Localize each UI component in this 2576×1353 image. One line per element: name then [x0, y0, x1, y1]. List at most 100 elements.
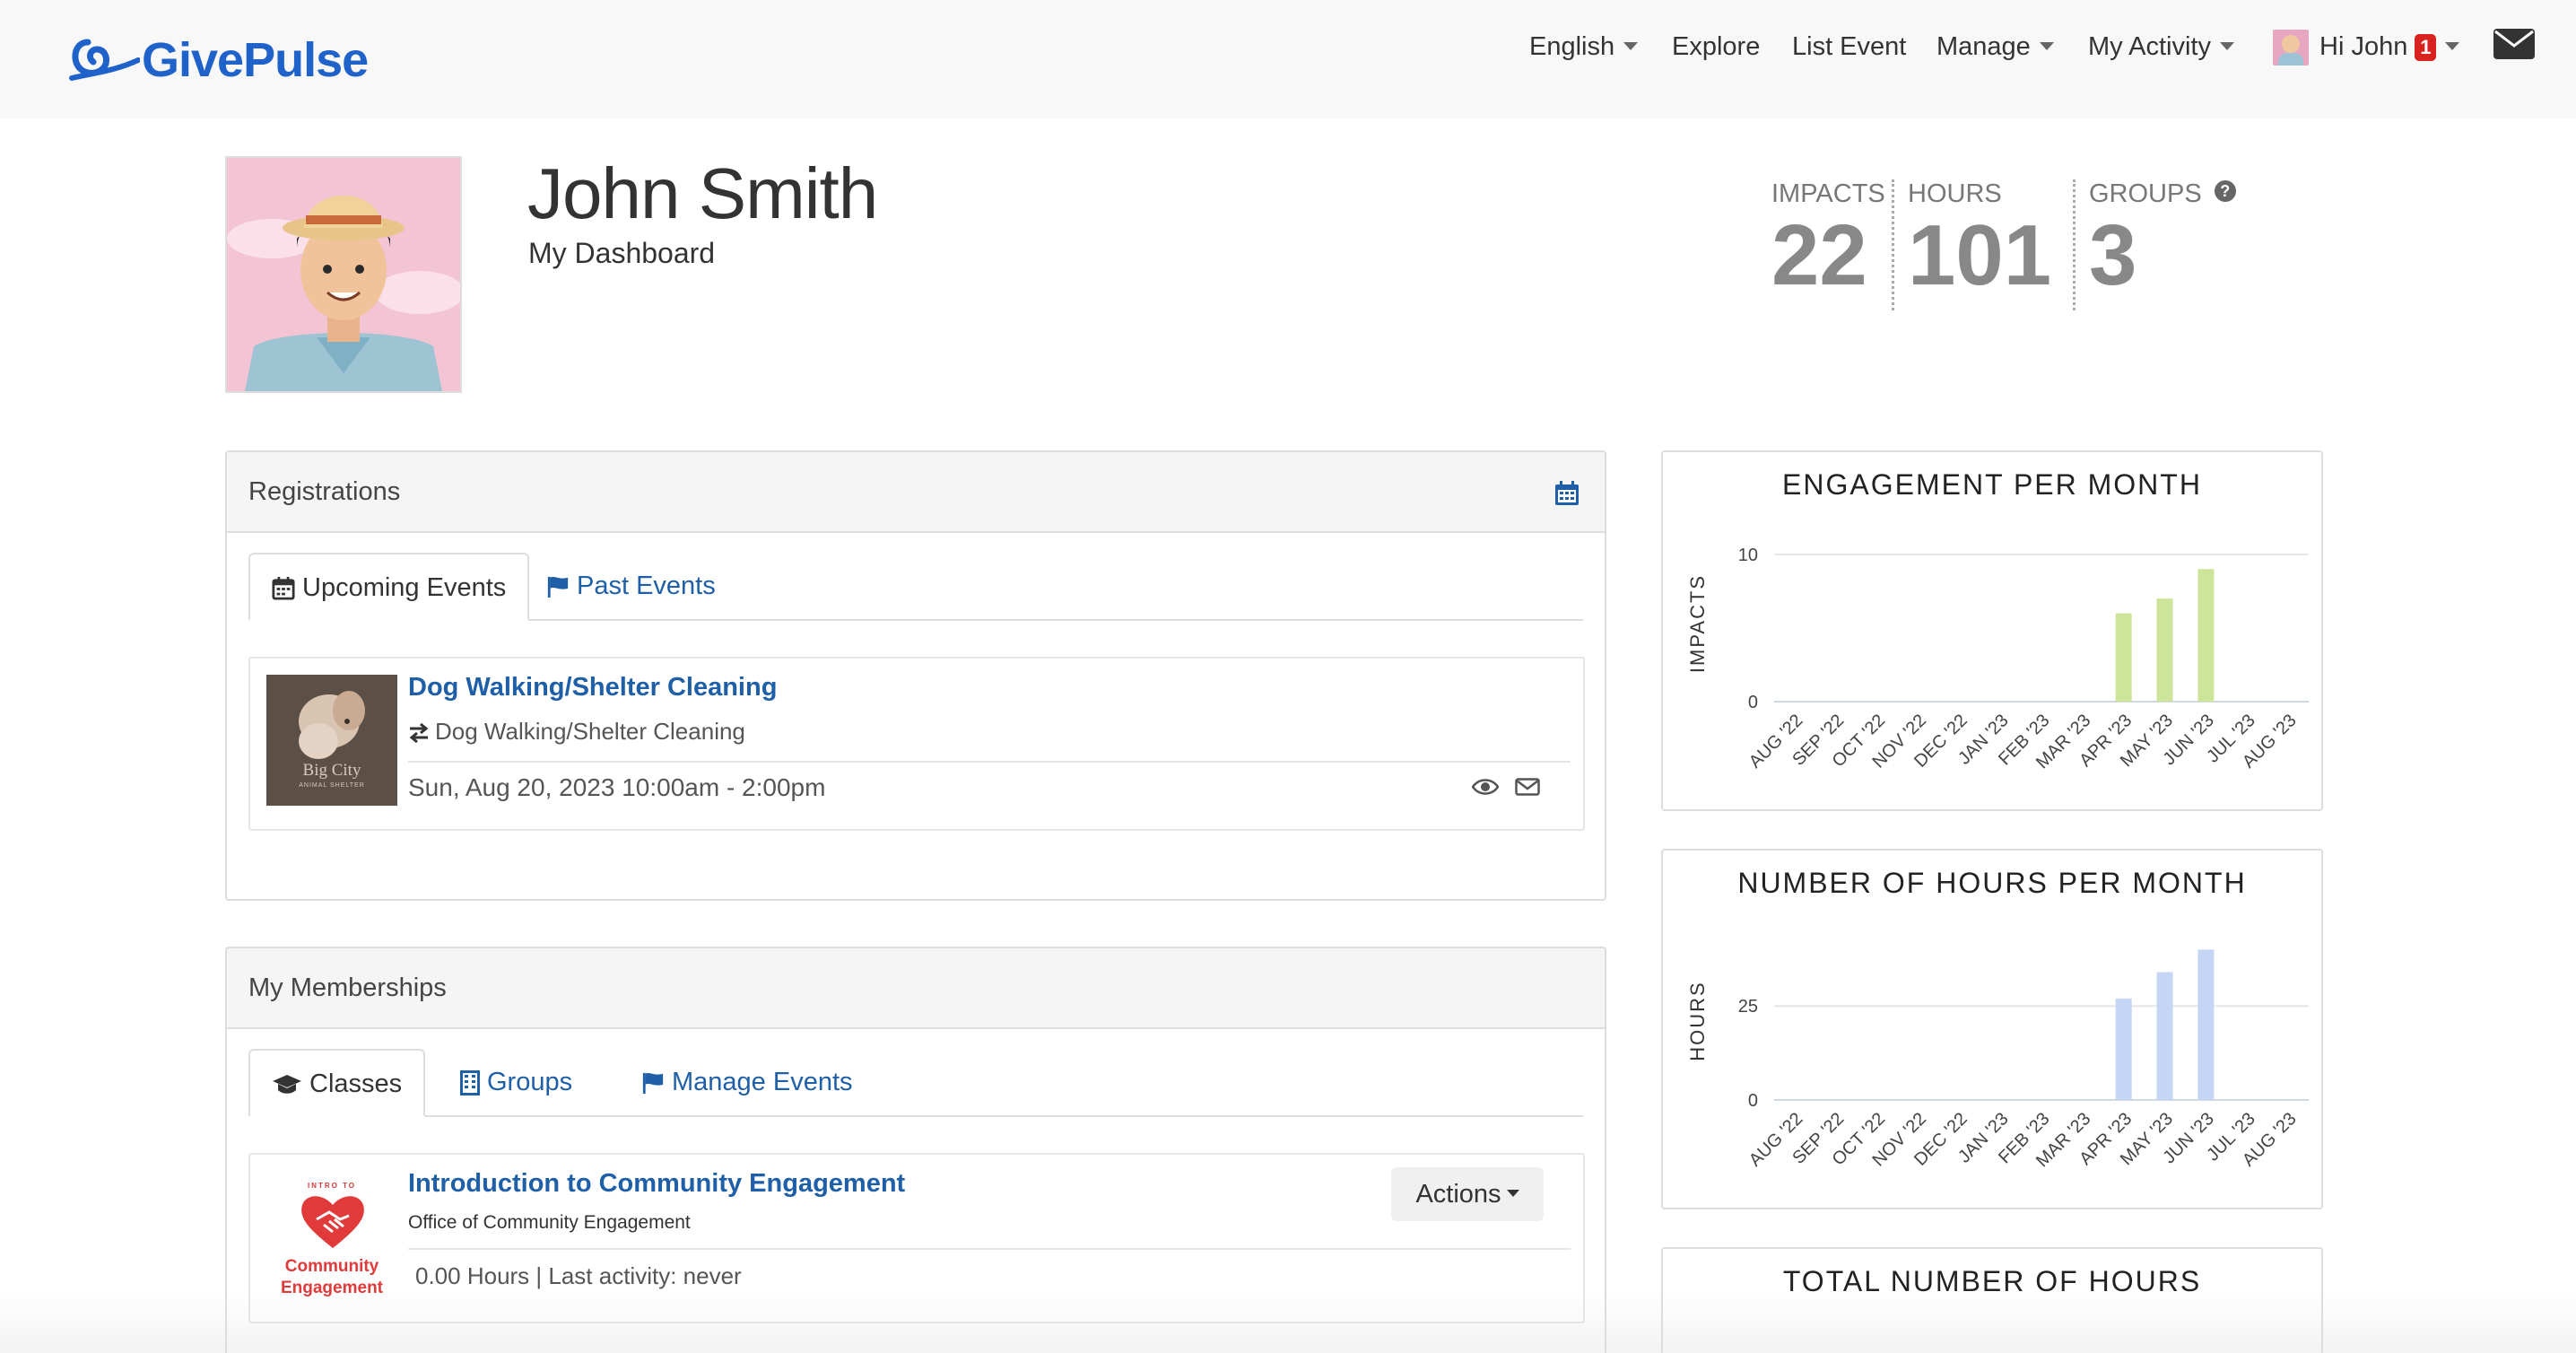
stat-value: 101: [1908, 207, 2052, 303]
flag-icon: [547, 577, 569, 598]
calendar-icon[interactable]: [1554, 481, 1580, 506]
class-title-link[interactable]: Introduction to Community Engagement: [408, 1169, 905, 1199]
event-subtitle-row: Dog Walking/Shelter Cleaning: [408, 718, 745, 746]
heart-handshake-icon: [301, 1196, 364, 1248]
caret-down-icon: [1506, 1190, 1519, 1198]
event-card: Big City ANIMAL SHELTER Dog Walking/Shel…: [248, 657, 1585, 831]
chart-bar: [2156, 972, 2173, 1100]
divider: [408, 761, 1571, 763]
registrations-panel: Registrations Upcoming Events Past Event…: [225, 450, 1606, 901]
tab-past-events[interactable]: Past Events: [525, 553, 737, 621]
actions-button[interactable]: Actions: [1391, 1167, 1544, 1221]
top-navbar: GivePulse English Explore List Event Man…: [0, 0, 2576, 118]
chart-bar: [2197, 949, 2215, 1100]
my-activity-label: My Activity: [2088, 32, 2211, 61]
memberships-tabs: Classes Groups Manage Events: [248, 1049, 1583, 1117]
user-menu-dropdown[interactable]: Hi John 1: [2273, 27, 2460, 66]
stat-value: 22: [1771, 207, 1867, 303]
eye-icon[interactable]: [1472, 777, 1499, 797]
y-tick-label: 10: [1738, 546, 1758, 565]
logo-line1: Community: [284, 1257, 379, 1276]
flag-icon: [642, 1073, 664, 1095]
stat-impacts: IMPACTS 22: [1771, 179, 1885, 299]
stat-label: IMPACTS: [1771, 179, 1885, 208]
tab-label: Past Events: [577, 572, 716, 600]
registrations-heading: Registrations: [227, 452, 1605, 533]
y-axis-label: IMPACTS: [1686, 574, 1709, 673]
chevron-down-icon: [1623, 41, 1639, 50]
stat-label-text: GROUPS: [2089, 179, 2202, 208]
chart-svg: 025HOURSAUG '22SEP '22OCT '22NOV '22DEC …: [1686, 949, 2309, 1171]
help-icon[interactable]: ?: [2214, 180, 2236, 203]
profile-name: John Smith: [527, 153, 878, 233]
event-thumbnail[interactable]: Big City ANIMAL SHELTER: [266, 675, 397, 806]
tab-groups[interactable]: Groups: [439, 1049, 594, 1117]
avatar: [2273, 30, 2309, 66]
stat-label: HOURS: [1908, 179, 2002, 208]
chevron-down-icon: [2219, 41, 2234, 50]
y-tick-label: 25: [1738, 997, 1758, 1017]
stat-value: 3: [2089, 207, 2137, 303]
manage-label: Manage: [1936, 32, 2031, 61]
chart-svg: 010IMPACTSAUG '22SEP '22OCT '22NOV '22DE…: [1686, 546, 2309, 773]
givepulse-logo-icon: [69, 39, 140, 81]
stat-groups: GROUPS? 3: [2089, 179, 2236, 299]
class-card: INTRO TO Community Engagement Introducti…: [248, 1153, 1585, 1323]
chart-bar: [2156, 598, 2173, 702]
envelope-icon[interactable]: [1515, 778, 1540, 796]
registrations-tabs: Upcoming Events Past Events: [248, 553, 1583, 621]
tab-label: Classes: [309, 1069, 403, 1098]
actions-label: Actions: [1415, 1180, 1501, 1209]
panel-title: Registrations: [248, 477, 401, 506]
panel-title: My Memberships: [248, 973, 447, 1002]
event-datetime: Sun, Aug 20, 2023 10:00am - 2:00pm: [408, 773, 826, 801]
engagement-chart-panel: ENGAGEMENT PER MONTH 0 10 IMPACTS AUG '22 SE…: [1661, 450, 2323, 811]
tab-upcoming-events[interactable]: Upcoming Events: [248, 553, 530, 621]
memberships-heading: My Memberships: [227, 948, 1605, 1029]
logo-top-text: INTRO TO: [307, 1182, 357, 1190]
tab-classes[interactable]: Classes: [248, 1049, 426, 1117]
tab-manage-events[interactable]: Manage Events: [620, 1049, 875, 1117]
stat-divider: [1892, 179, 1894, 310]
hours-chart-panel: NUMBER OF HOURS PER MONTH 0 25 HOURS AUG '2…: [1661, 849, 2323, 1209]
class-logo[interactable]: INTRO TO Community Engagement: [265, 1167, 399, 1311]
notification-badge[interactable]: 1: [2415, 34, 2437, 62]
chart-title: TOTAL NUMBER OF HOURS: [1782, 1265, 2202, 1297]
givepulse-logo[interactable]: GivePulse: [68, 20, 369, 100]
stat-divider: [2073, 179, 2076, 310]
brand-name: GivePulse: [142, 33, 369, 87]
thumb-text: Big City: [302, 761, 361, 780]
chart-bar: [2197, 569, 2215, 702]
total-hours-chart-panel: TOTAL NUMBER OF HOURS: [1661, 1247, 2323, 1353]
y-tick-label: 0: [1748, 693, 1758, 712]
envelope-icon[interactable]: [2493, 29, 2535, 59]
profile-photo: [225, 156, 462, 393]
chart-bar: [2115, 998, 2132, 1100]
my-activity-dropdown[interactable]: My Activity: [2088, 27, 2234, 66]
exchange-icon: [409, 722, 429, 744]
tab-label: Groups: [487, 1068, 573, 1096]
y-tick-label: 0: [1748, 1091, 1758, 1111]
profile-avatar-illustration: [227, 158, 460, 391]
explore-link[interactable]: Explore: [1672, 27, 1760, 66]
tab-label: Upcoming Events: [302, 573, 507, 602]
class-activity: 0.00 Hours | Last activity: never: [415, 1262, 742, 1289]
stat-label: GROUPS?: [2089, 179, 2236, 209]
user-greeting: Hi John: [2319, 32, 2408, 61]
building-icon: [460, 1070, 480, 1096]
memberships-panel: My Memberships Classes Groups Manage Eve…: [225, 947, 1606, 1353]
chevron-down-icon: [2039, 41, 2054, 50]
divider: [408, 1248, 1571, 1250]
language-dropdown[interactable]: English: [1529, 27, 1639, 66]
chevron-down-icon: [2445, 41, 2460, 50]
thumb-subtext: ANIMAL SHELTER: [299, 782, 365, 789]
stat-hours: HOURS 101: [1908, 179, 2051, 299]
logo-line2: Engagement: [280, 1279, 384, 1297]
y-axis-label: HOURS: [1686, 981, 1709, 1061]
event-title-link[interactable]: Dog Walking/Shelter Cleaning: [408, 673, 777, 703]
manage-dropdown[interactable]: Manage: [1936, 27, 2054, 66]
class-org: Office of Community Engagement: [408, 1212, 691, 1233]
list-event-link[interactable]: List Event: [1792, 27, 1906, 66]
event-subtitle: Dog Walking/Shelter Cleaning: [435, 718, 745, 745]
language-label: English: [1529, 32, 1615, 61]
